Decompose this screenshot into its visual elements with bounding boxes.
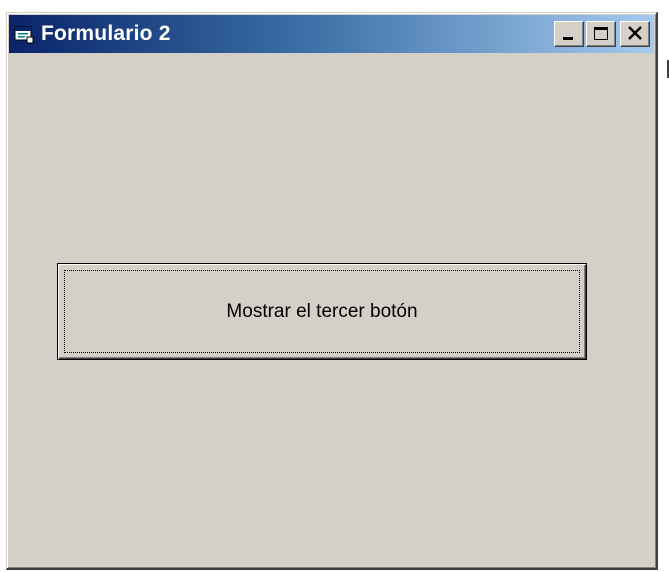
title-bar[interactable]: Formulario 2 xyxy=(9,15,654,53)
close-icon xyxy=(628,26,642,40)
minimize-icon xyxy=(563,37,573,40)
title-bar-controls xyxy=(552,21,650,47)
maximize-button[interactable] xyxy=(586,21,616,47)
maximize-icon xyxy=(594,27,608,40)
show-third-button[interactable]: Mostrar el tercer botón xyxy=(57,263,587,360)
show-third-button-label: Mostrar el tercer botón xyxy=(226,300,418,322)
minimize-button[interactable] xyxy=(554,21,584,47)
form-icon[interactable] xyxy=(13,23,35,45)
close-button[interactable] xyxy=(620,21,650,47)
form-client-area: Mostrar el tercer botón xyxy=(9,55,654,566)
window-title: Formulario 2 xyxy=(41,22,171,45)
form-window: Formulario 2 Mostrar el tercer botón xyxy=(6,12,658,570)
